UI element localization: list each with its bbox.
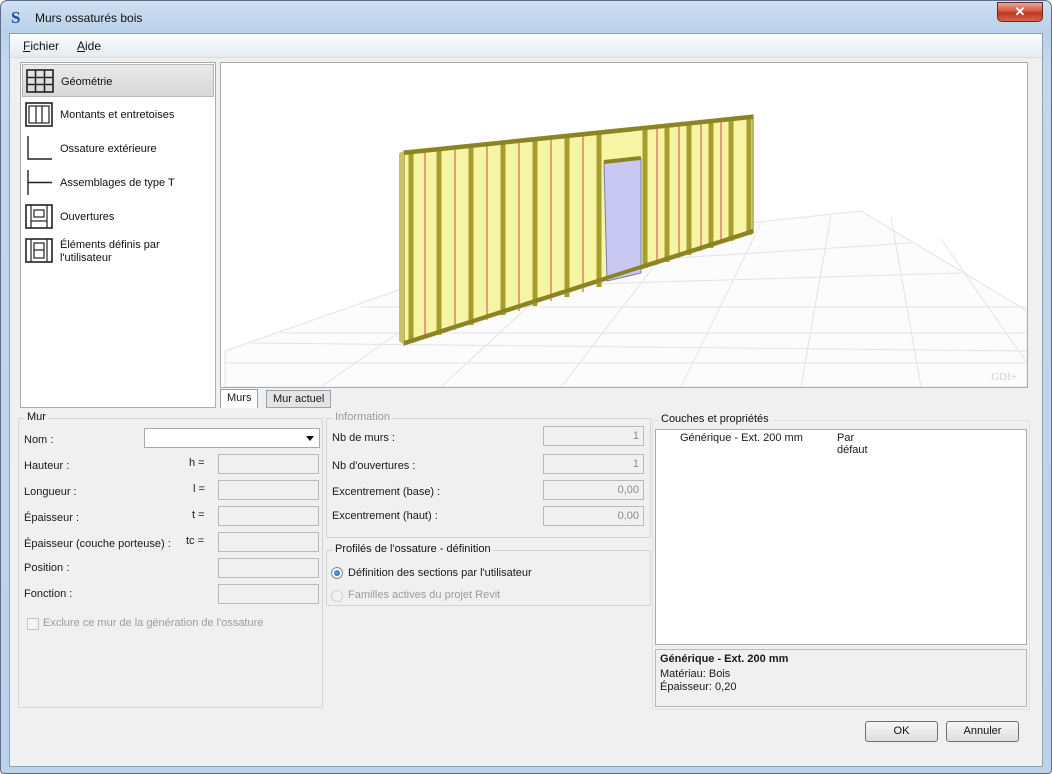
radio-familles-revit-label: Familles actives du projet Revit xyxy=(348,589,501,601)
corner-l-icon xyxy=(27,136,52,160)
app-logo-icon: S xyxy=(11,8,21,27)
nav-item-elements-utilisateur[interactable]: Éléments définis par l'utilisateur xyxy=(22,234,214,267)
nav-item-geometrie[interactable]: Géométrie xyxy=(22,64,214,97)
renderer-watermark: GDI+ xyxy=(991,371,1017,383)
nav-label: Éléments définis par l'utilisateur xyxy=(60,239,160,265)
longueur-field[interactable] xyxy=(218,480,319,500)
wall-3d-viewport[interactable]: GDI+ xyxy=(220,62,1028,388)
hauteur-field[interactable] xyxy=(218,454,319,474)
menu-fichier[interactable]: Fichier xyxy=(23,39,59,53)
grid-frame-icon xyxy=(26,69,54,93)
nb-ouvertures-label: Nb d'ouvertures : xyxy=(332,460,416,472)
epaisseur-cp-symbol: tc = xyxy=(186,535,205,547)
radio-familles-revit[interactable] xyxy=(331,590,343,602)
nb-murs-label: Nb de murs : xyxy=(332,432,395,444)
longueur-symbol: l = xyxy=(193,483,205,495)
cancel-button[interactable]: Annuler xyxy=(946,721,1019,742)
group-mur-title: Mur xyxy=(25,411,48,423)
nav-item-ouvertures[interactable]: Ouvertures xyxy=(22,200,214,233)
epaisseur-field[interactable] xyxy=(218,506,319,526)
nav-label-line2: l'utilisateur xyxy=(60,252,112,264)
epaisseur-cp-field[interactable] xyxy=(218,532,319,552)
couche-detail-epaisseur: Épaisseur: 0,20 xyxy=(660,681,737,693)
nav-label: Ossature extérieure xyxy=(60,143,157,155)
hauteur-symbol: h = xyxy=(189,457,205,469)
position-field[interactable] xyxy=(218,558,319,578)
epaisseur-symbol: t = xyxy=(192,509,205,521)
hauteur-label: Hauteur : xyxy=(24,460,70,472)
menu-fichier-label: ichier xyxy=(30,39,60,53)
nav-label-line1: Éléments définis par xyxy=(60,239,160,251)
tab-murs[interactable]: Murs xyxy=(220,389,259,408)
list-item[interactable]: Générique - Ext. 200 mm Par défaut xyxy=(657,431,887,456)
nb-murs-field: 1 xyxy=(543,426,644,446)
exclure-checkbox[interactable] xyxy=(27,618,39,630)
nom-dropdown[interactable] xyxy=(144,428,320,448)
couche-detail-title: Générique - Ext. 200 mm xyxy=(660,653,789,665)
nav-label: Ouvertures xyxy=(60,211,115,223)
menu-bar: Fichier Aide xyxy=(10,34,1042,58)
fonction-field[interactable] xyxy=(218,584,319,604)
studs-icon xyxy=(25,102,53,127)
nav-label: Montants et entretoises xyxy=(60,109,175,121)
excentrement-haut-field: 0,00 xyxy=(543,506,644,526)
opening-icon xyxy=(25,204,53,229)
dialog-client: Fichier Aide Géométrie Montants et entre… xyxy=(9,33,1043,767)
close-button[interactable]: ✕ xyxy=(997,2,1043,22)
group-profils-title: Profilés de l'ossature - définition xyxy=(333,543,493,555)
chevron-down-icon xyxy=(306,436,314,441)
nav-item-assemblages-t[interactable]: Assemblages de type T xyxy=(22,166,214,199)
close-icon: ✕ xyxy=(1014,4,1026,19)
position-label: Position : xyxy=(24,562,70,574)
wall-3d-preview xyxy=(224,114,1028,388)
nav-item-montants[interactable]: Montants et entretoises xyxy=(22,98,214,131)
group-information-title: Information xyxy=(333,411,393,423)
menu-aide[interactable]: Aide xyxy=(77,39,101,53)
epaisseur-cp-label: Épaisseur (couche porteuse) : xyxy=(24,538,171,550)
window-title: Murs ossaturés bois xyxy=(35,11,143,25)
couche-value: Par défaut xyxy=(837,432,868,456)
t-joint-icon xyxy=(27,170,52,195)
radio-sections-utilisateur[interactable] xyxy=(331,567,343,579)
nav-item-ossature-exterieure[interactable]: Ossature extérieure xyxy=(22,132,214,165)
couche-detail-materiau: Matériau: Bois xyxy=(660,668,731,680)
user-elements-icon xyxy=(25,238,53,263)
couche-detail-panel: Générique - Ext. 200 mm Matériau: Bois É… xyxy=(655,649,1027,707)
menu-aide-label: ide xyxy=(85,39,102,53)
group-couches-title: Couches et propriétés xyxy=(659,413,771,425)
couche-name: Générique - Ext. 200 mm xyxy=(680,432,803,444)
tab-mur-actuel[interactable]: Mur actuel xyxy=(266,390,332,408)
couches-list[interactable]: Générique - Ext. 200 mm Par défaut xyxy=(655,429,1027,645)
menu-aide-accesskey: A xyxy=(77,39,86,53)
longueur-label: Longueur : xyxy=(24,486,77,498)
category-list: Géométrie Montants et entretoises Ossatu… xyxy=(20,62,216,408)
nav-label: Géométrie xyxy=(61,76,113,88)
radio-sections-utilisateur-label: Définition des sections par l'utilisateu… xyxy=(348,567,532,579)
epaisseur-label: Épaisseur : xyxy=(24,512,80,524)
dialog-window: S Murs ossaturés bois ✕ Fichier Aide Géo… xyxy=(0,0,1052,774)
title-bar: S Murs ossaturés bois ✕ xyxy=(1,1,1051,33)
excentrement-haut-label: Excentrement (haut) : xyxy=(332,510,438,522)
nav-label: Assemblages de type T xyxy=(60,177,175,189)
nom-label: Nom : xyxy=(24,434,54,446)
fonction-label: Fonction : xyxy=(24,588,73,600)
ok-button[interactable]: OK xyxy=(865,721,938,742)
excentrement-base-label: Excentrement (base) : xyxy=(332,486,441,498)
excentrement-base-field: 0,00 xyxy=(543,480,644,500)
exclure-label: Exclure ce mur de la génération de l'oss… xyxy=(43,617,264,629)
nb-ouvertures-field: 1 xyxy=(543,454,644,474)
